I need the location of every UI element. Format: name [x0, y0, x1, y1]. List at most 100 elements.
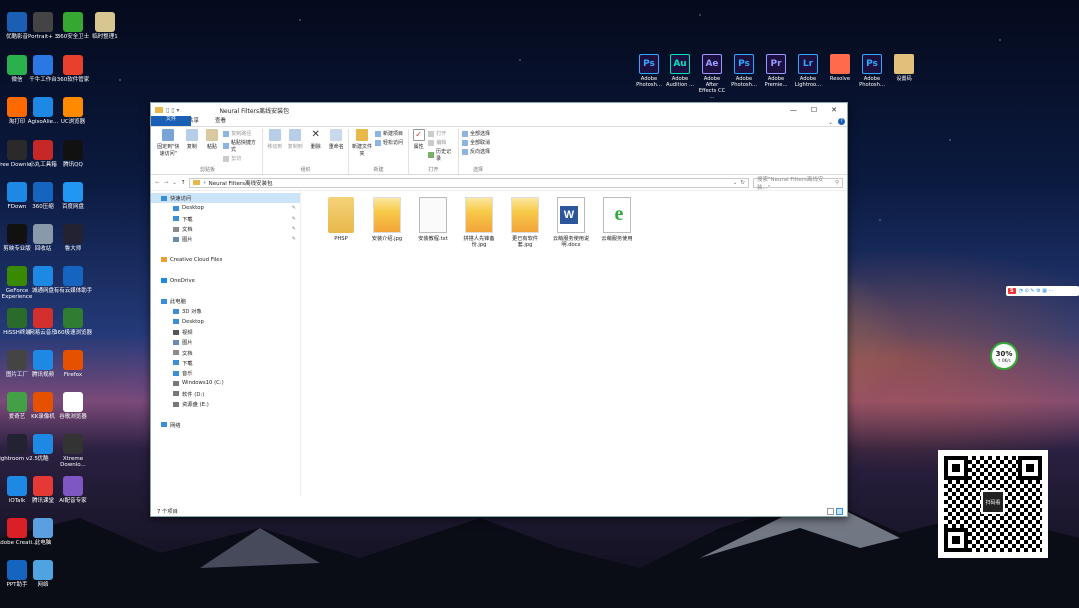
desktop-shortcut[interactable]: 有有云媒体助手 [50, 266, 96, 294]
desktop-shortcut[interactable]: Au Adobe Audition ... [665, 54, 695, 88]
select-none-button[interactable]: 全部取消 [462, 139, 490, 146]
nav-item[interactable]: 下载 ✎ [151, 214, 300, 224]
edit-button[interactable]: 编辑 [428, 139, 455, 146]
desktop-shortcut[interactable]: 网络 [20, 560, 66, 588]
nav-item[interactable]: 文档 [151, 347, 300, 357]
desktop-shortcut[interactable]: 设置码 [889, 54, 919, 82]
file-item[interactable]: 安装介绍.jpg [367, 197, 407, 242]
search-icon: ⚲ [834, 179, 839, 186]
ime-toolbar[interactable]: S ◔ ⊙ ✎ ⚙ ▦ ⋯ [1006, 286, 1079, 296]
desktop-shortcut[interactable]: 360软件管家 [50, 55, 96, 83]
desktop-shortcut[interactable]: Pr Adobe Premie... [761, 54, 791, 88]
jpg-thumbnail-icon [373, 197, 401, 233]
pin-icon[interactable]: ✎ [292, 216, 296, 222]
desktop-shortcut[interactable]: Ps Adobe Photosh... [634, 54, 664, 88]
nav-item-label: 3D 对象 [182, 309, 202, 316]
tab-file[interactable]: 文件 [151, 116, 191, 126]
desktop-shortcut[interactable]: Ae Adobe After Effects CC ... [697, 54, 727, 100]
file-item[interactable]: e 云萌服务使用 [597, 197, 637, 242]
pin-icon[interactable]: ✎ [292, 205, 296, 211]
help-icon[interactable]: ? [838, 118, 845, 125]
sogou-ime-icon[interactable]: S [1008, 288, 1016, 294]
copy-path-button[interactable]: 复制路径 [223, 130, 259, 137]
forward-button[interactable]: → [164, 180, 169, 186]
back-button[interactable]: ← [155, 180, 160, 186]
desktop-shortcut[interactable]: 腾讯QQ [50, 140, 96, 168]
large-icons-view-icon[interactable] [836, 507, 843, 515]
desktop-shortcut[interactable]: 鲁大师 [50, 224, 96, 252]
nav-item[interactable]: Desktop [151, 317, 300, 327]
navigation-pane[interactable]: 快速访问 Desktop ✎ 下载 ✎ 文档 ✎ 图片 ✎ Creative Cloud File… [151, 191, 301, 496]
desktop-shortcut[interactable]: Ps Adobe Photosh... [729, 54, 759, 88]
nav-item[interactable]: 快速访问 [151, 193, 300, 204]
nav-item-label: 下载 [182, 216, 193, 223]
nav-item[interactable]: Desktop ✎ [151, 203, 300, 213]
nav-item-label: Desktop [182, 318, 204, 325]
file-item[interactable]: 安装教程.txt [413, 197, 453, 242]
address-dropdown-icon[interactable]: ⌄ [733, 180, 738, 186]
desktop-shortcut[interactable]: AI配音专家 [50, 476, 96, 504]
desktop-shortcut[interactable]: Xtreme Downlo... [50, 434, 96, 468]
tab-view[interactable]: 查看 [207, 116, 234, 126]
desktop-shortcut[interactable]: 百度网盘 [50, 182, 96, 210]
minimize-button[interactable]: — [790, 106, 797, 114]
file-item[interactable]: PHSP [321, 197, 361, 242]
nav-item[interactable]: 3D 对象 [151, 306, 300, 316]
ime-emoji-icon[interactable]: ◔ ⊙ ✎ ⚙ ▦ ⋯ [1019, 288, 1054, 294]
title-bar[interactable]: ▯ ▯ ▾ Neural Filters离线安装包 — ☐ ✕ [151, 103, 847, 117]
nav-item[interactable]: 下载 [151, 358, 300, 368]
drive-icon [173, 380, 179, 386]
open-button[interactable]: 打开 [428, 130, 455, 137]
nav-item-label: 资源盘 (E:) [182, 402, 209, 409]
desktop-shortcut[interactable]: UC浏览器 [50, 97, 96, 125]
maximize-button[interactable]: ☐ [811, 106, 817, 114]
nav-item[interactable]: OneDrive [151, 275, 300, 285]
close-button[interactable]: ✕ [831, 106, 837, 114]
nav-item[interactable]: 文档 ✎ [151, 224, 300, 234]
nav-item[interactable]: 此电脑 [151, 296, 300, 306]
pin-icon[interactable]: ✎ [292, 236, 296, 242]
nav-item[interactable]: 图片 ✎ [151, 234, 300, 244]
nav-item[interactable]: Creative Cloud Files [151, 255, 300, 265]
nav-item[interactable]: Windows10 (C:) [151, 378, 300, 388]
desktop-shortcut[interactable]: 360极速浏览器 [50, 308, 96, 336]
nav-item[interactable]: 音乐 [151, 368, 300, 378]
nav-item[interactable]: 软件 (D:) [151, 389, 300, 399]
details-view-icon[interactable] [827, 507, 834, 515]
nav-item[interactable]: 视频 [151, 327, 300, 337]
pin-icon[interactable]: ✎ [292, 226, 296, 232]
history-button[interactable]: 历史记录 [428, 148, 455, 162]
file-name: PHSP [334, 236, 348, 242]
new-item-button[interactable]: 新建项目 [375, 130, 403, 137]
desktop-shortcut[interactable]: 谷歌浏览器 [50, 392, 96, 420]
nav-item[interactable]: 网络 [151, 420, 300, 430]
nav-item[interactable]: 资源盘 (E:) [151, 399, 300, 409]
invert-selection-button[interactable]: 反向选择 [462, 148, 490, 155]
file-item[interactable]: 拼搭人先锋备份.jpg [459, 197, 499, 248]
file-explorer-window[interactable]: ▯ ▯ ▾ Neural Filters离线安装包 — ☐ ✕ 文件 主页 共享… [150, 102, 848, 517]
desktop-shortcut[interactable]: Lr Adobe Lightroo... [793, 54, 823, 88]
paste-shortcut-button[interactable]: 粘贴快捷方式 [223, 139, 259, 153]
desktop-shortcut[interactable]: Firefox [50, 350, 96, 378]
quick-access-toolbar[interactable]: ▯ ▯ ▾ [166, 107, 179, 114]
refresh-icon[interactable]: ↻ [740, 180, 745, 186]
file-item[interactable]: W 云萌服务使用说明.docx [551, 197, 591, 248]
network-speed-badge[interactable]: 30% ↑ 0K/s [990, 342, 1018, 370]
file-list[interactable]: PHSP 安装介绍.jpg 安装教程.txt 拼搭人先锋备份.jpg 更已有软件套.jp… [301, 191, 847, 496]
cut-button[interactable]: 剪切 [223, 155, 259, 162]
nav-item-label: 文档 [182, 350, 193, 357]
recent-chevron-icon[interactable]: ⌄ [172, 180, 177, 186]
nav-item[interactable]: 图片 [151, 337, 300, 347]
desktop-shortcut[interactable]: 此电脑 [20, 518, 66, 546]
easy-access-button[interactable]: 轻松访问 [375, 139, 403, 146]
desktop-shortcut[interactable]: 临时整理1 [82, 12, 128, 40]
up-button[interactable]: ↑ [181, 180, 186, 186]
copy-to-icon [289, 129, 302, 141]
address-bar[interactable]: › Neural Filters离线安装包 ⌄ ↻ [189, 177, 749, 188]
select-all-button[interactable]: 全部选择 [462, 130, 490, 137]
desktop-shortcut[interactable]: Resolve [825, 54, 855, 82]
file-item[interactable]: 更已有软件套.jpg [505, 197, 545, 248]
search-input[interactable]: 搜索"Neural Filters离线安装..." ⚲ [753, 177, 843, 191]
desktop-shortcut[interactable]: Ps Adobe Photosh... [857, 54, 887, 88]
ribbon-expand-icon[interactable]: ⌄ [828, 119, 833, 126]
